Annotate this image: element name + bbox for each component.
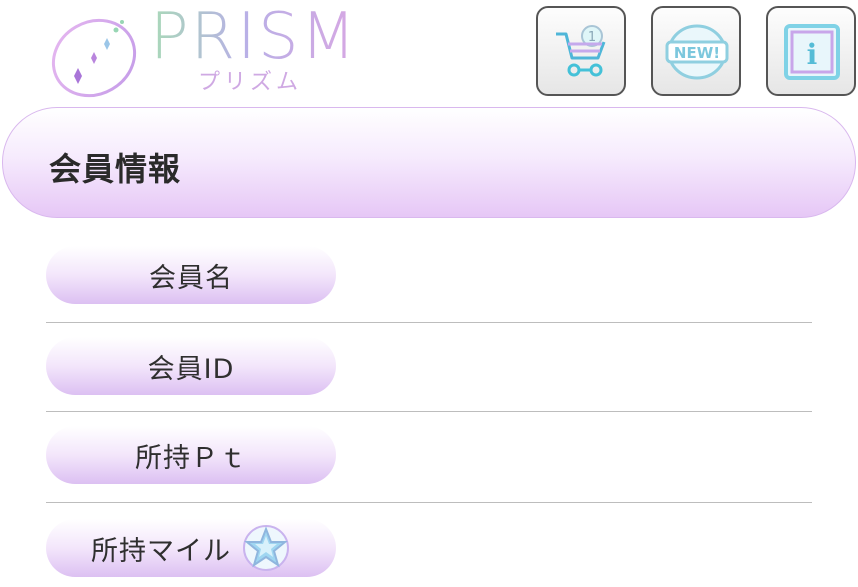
member-id-label: 会員ID xyxy=(147,353,235,385)
cart-icon: 1 xyxy=(556,25,606,77)
cart-button[interactable]: 1 xyxy=(536,6,626,96)
new-button[interactable]: NEW! xyxy=(651,6,741,96)
svg-text:i: i xyxy=(807,38,818,71)
info-icon: i xyxy=(784,24,840,80)
row-points: 所持Ｐｔ xyxy=(46,414,812,503)
svg-text:NEW!: NEW! xyxy=(674,44,720,62)
member-name-label-pill: 会員名 xyxy=(46,246,336,304)
logo-title: PRISM xyxy=(150,0,358,74)
app-header: PRISM プリズム 1 NEW! i xyxy=(0,0,858,104)
logo-subtitle: プリズム xyxy=(198,70,303,95)
points-label-pill: 所持Ｐｔ xyxy=(46,426,336,484)
member-name-label: 会員名 xyxy=(149,262,233,294)
row-miles: 所持マイル xyxy=(46,505,812,587)
row-member-name: 会員名 xyxy=(46,234,812,323)
prism-logo[interactable]: PRISM プリズム xyxy=(46,0,396,102)
row-member-id: 会員ID xyxy=(46,323,812,412)
new-badge-icon: NEW! xyxy=(665,24,729,80)
section-title: 会員情報 xyxy=(49,150,182,188)
miles-label: 所持マイル xyxy=(91,535,231,567)
miles-label-pill: 所持マイル xyxy=(46,519,336,577)
info-button[interactable]: i xyxy=(766,6,856,96)
member-id-label-pill: 会員ID xyxy=(46,337,336,395)
star-medal-icon xyxy=(243,525,289,571)
points-label: 所持Ｐｔ xyxy=(135,442,247,474)
logo-emblem-icon xyxy=(51,18,137,98)
member-info-header: 会員情報 xyxy=(2,107,856,218)
